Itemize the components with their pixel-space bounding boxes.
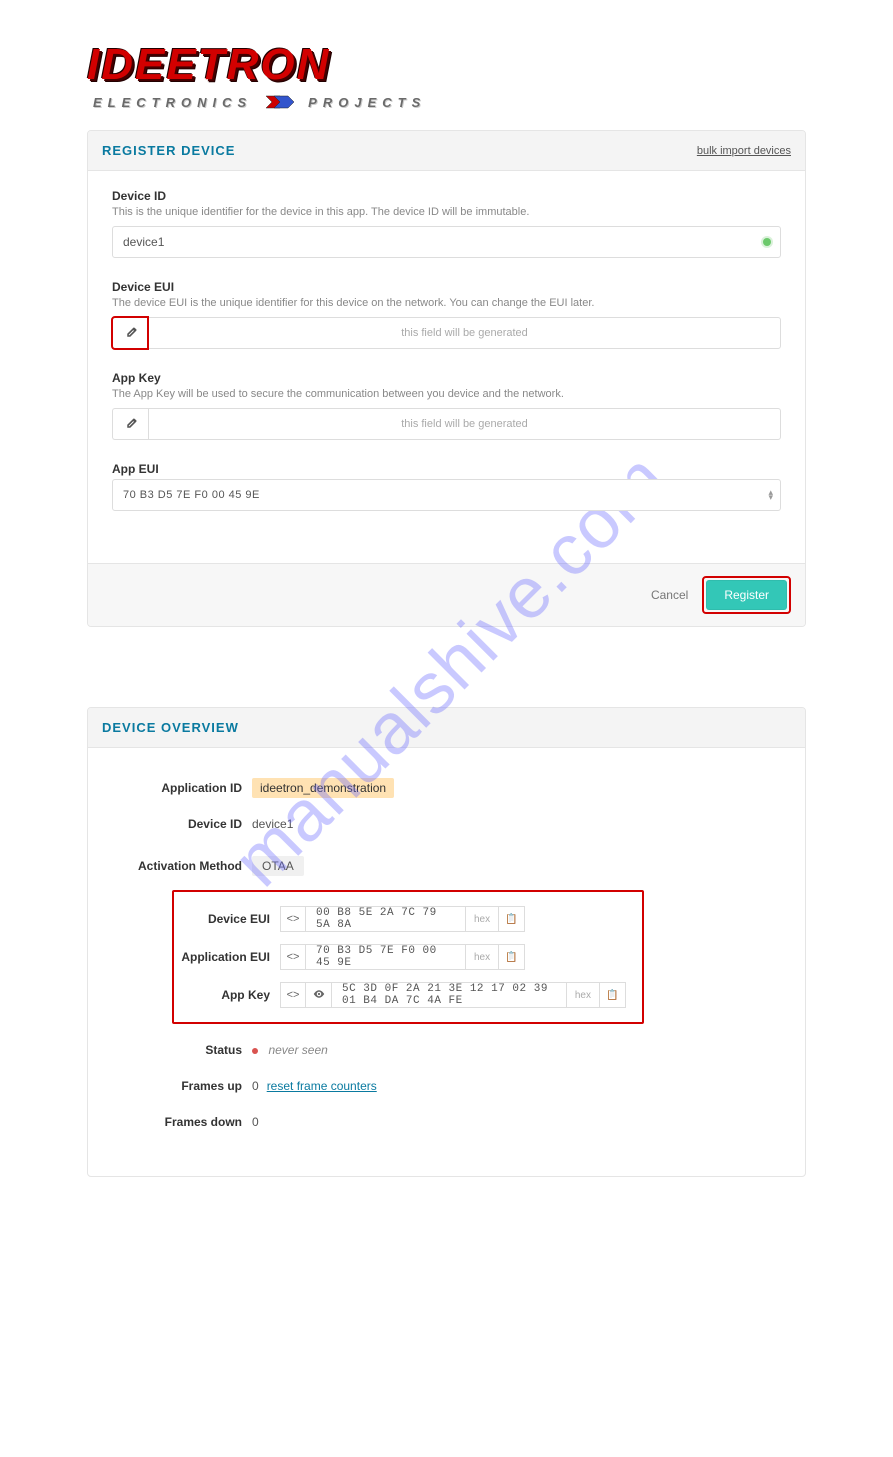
keys-highlight-box: Device EUI <> 00 B8 5E 2A 7C 79 5A 8A he… [172,890,644,1024]
key-device-eui-value: 00 B8 5E 2A 7C 79 5A 8A [306,906,466,932]
reset-frame-counters-link[interactable]: reset frame counters [267,1079,377,1093]
overview-row-frames-down: Frames down 0 [112,1110,781,1134]
activation-method-label: Activation Method [112,859,252,873]
key-application-eui-label: Application EUI [180,950,280,964]
valid-indicator-icon [763,238,771,246]
application-id-label: Application ID [112,781,252,795]
register-button[interactable]: Register [706,580,787,610]
register-panel-footer: Cancel Register [88,563,805,626]
clipboard-icon: 📋 [606,990,618,1001]
ov-device-id-value: device1 [252,817,293,831]
register-button-highlight: Register [702,576,791,614]
device-eui-placeholder[interactable]: this field will be generated [148,317,781,349]
clipboard-icon: 📋 [505,914,517,925]
status-label: Status [112,1043,252,1057]
overview-panel-title: DEVICE OVERVIEW [102,720,239,735]
app-key-placeholder[interactable]: this field will be generated [148,408,781,440]
key-row-app-key: App Key <> 5C 3D 0F 2A 21 3E 12 17 02 39… [180,982,626,1008]
key-row-device-eui: Device EUI <> 00 B8 5E 2A 7C 79 5A 8A he… [180,906,626,932]
app-eui-group: App EUI 70 B3 D5 7E F0 00 45 9E ▴▾ [112,462,781,511]
pencil-icon [125,327,137,339]
key-app-key-value: 5C 3D 0F 2A 21 3E 12 17 02 39 01 B4 DA 7… [332,982,567,1008]
overview-panel-header: DEVICE OVERVIEW [88,708,805,748]
register-panel-header: REGISTER DEVICE bulk import devices [88,131,805,171]
bulk-import-link[interactable]: bulk import devices [697,145,791,157]
device-eui-hint: The device EUI is the unique identifier … [112,297,781,309]
toggle-format-button[interactable]: <> [280,982,306,1008]
key-app-key-label: App Key [180,988,280,1002]
overview-row-device-id: Device ID device1 [112,812,781,836]
app-key-label: App Key [112,371,781,385]
overview-row-frames-up: Frames up 0 reset frame counters [112,1074,781,1098]
overview-row-application-id: Application ID ideetron_demonstration [112,776,781,800]
logo-arrow-icon [260,94,300,110]
code-brackets-icon: <> [287,913,300,925]
device-eui-edit-button[interactable] [112,317,148,349]
register-device-panel: REGISTER DEVICE bulk import devices Devi… [87,130,806,627]
clipboard-icon: 📋 [505,952,517,963]
copy-button[interactable]: 📋 [600,982,626,1008]
device-id-label: Device ID [112,189,781,203]
logo-name: IDEETRON [87,40,806,90]
app-key-hint: The App Key will be used to secure the c… [112,388,781,400]
overview-row-status: Status never seen [112,1038,781,1062]
status-value: never seen [268,1043,327,1057]
frames-up-value: 0 [252,1079,259,1093]
toggle-format-button[interactable]: <> [280,906,306,932]
toggle-visibility-button[interactable] [306,982,332,1008]
copy-button[interactable]: 📋 [499,944,525,970]
code-brackets-icon: <> [287,951,300,963]
key-row-application-eui: Application EUI <> 70 B3 D5 7E F0 00 45 … [180,944,626,970]
cancel-button[interactable]: Cancel [651,588,688,602]
status-dot-icon [252,1048,258,1054]
code-brackets-icon: <> [287,989,300,1001]
device-id-hint: This is the unique identifier for the de… [112,206,781,218]
logo-sub-left: ELECTRONICS [93,95,252,110]
eye-icon [313,988,325,1003]
copy-button[interactable]: 📋 [499,906,525,932]
status-value-wrap: never seen [252,1041,328,1059]
frames-up-label: Frames up [112,1079,252,1093]
device-eui-label: Device EUI [112,280,781,294]
application-id-value[interactable]: ideetron_demonstration [252,778,394,798]
app-key-edit-button[interactable] [112,408,148,440]
hex-label: hex [466,944,499,970]
app-eui-select[interactable]: 70 B3 D5 7E F0 00 45 9E [112,479,781,511]
activation-method-value: OTAA [252,856,304,876]
device-id-input[interactable] [112,226,781,258]
logo-sub-right: PROJECTS [308,95,426,110]
key-application-eui-value: 70 B3 D5 7E F0 00 45 9E [306,944,466,970]
pencil-icon [125,418,137,430]
logo-subline: ELECTRONICS PROJECTS [93,94,806,110]
ov-device-id-label: Device ID [112,817,252,831]
register-panel-title: REGISTER DEVICE [102,143,235,158]
device-eui-group: Device EUI The device EUI is the unique … [112,280,781,349]
device-overview-panel: DEVICE OVERVIEW Application ID ideetron_… [87,707,806,1177]
frames-down-label: Frames down [112,1115,252,1129]
hex-label: hex [567,982,600,1008]
toggle-format-button[interactable]: <> [280,944,306,970]
app-eui-label: App EUI [112,462,781,476]
hex-label: hex [466,906,499,932]
frames-down-value: 0 [252,1115,259,1129]
device-id-group: Device ID This is the unique identifier … [112,189,781,258]
overview-row-activation-method: Activation Method OTAA [112,854,781,878]
app-key-group: App Key The App Key will be used to secu… [112,371,781,440]
key-device-eui-label: Device EUI [180,912,280,926]
logo: IDEETRON ELECTRONICS PROJECTS [87,40,806,110]
